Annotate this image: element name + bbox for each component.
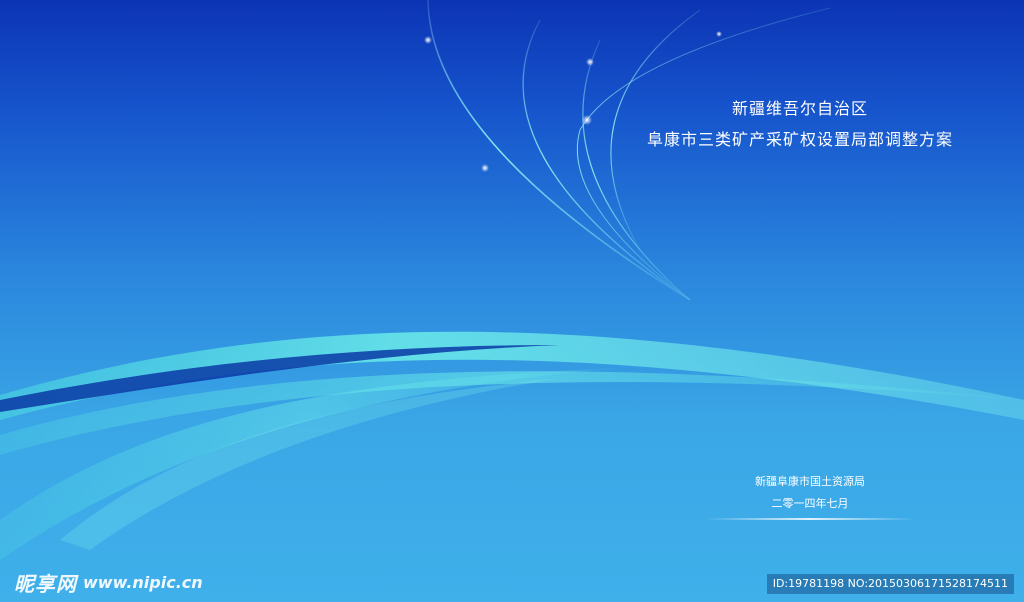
issuer-block: 新疆阜康市国土资源局 二零一四年七月 (700, 474, 920, 520)
watermark-site-url: www.nipic.cn (83, 572, 203, 592)
issuer-name: 新疆阜康市国土资源局 (755, 475, 865, 488)
site-watermark-logo: 昵享网 www.nipic.cn (14, 568, 203, 596)
watermark-image-id: ID:19781198 NO:20150306171528174511 (766, 574, 1014, 594)
issuer-underline (705, 518, 915, 520)
cover-title-block: 新疆维吾尔自治区 阜康市三类矿产采矿权设置局部调整方案 (600, 98, 1000, 151)
wave-ribbons (0, 331, 1024, 560)
issue-date: 二零一四年七月 (771, 497, 849, 510)
cover-title-region: 新疆维吾尔自治区 (731, 99, 868, 118)
report-cover-page: 新疆维吾尔自治区 阜康市三类矿产采矿权设置局部调整方案 新疆阜康市国土资源局 二… (0, 0, 1024, 602)
watermark-site-name: 昵享网 (14, 571, 77, 596)
cover-title-main: 阜康市三类矿产采矿权设置局部调整方案 (646, 130, 953, 149)
